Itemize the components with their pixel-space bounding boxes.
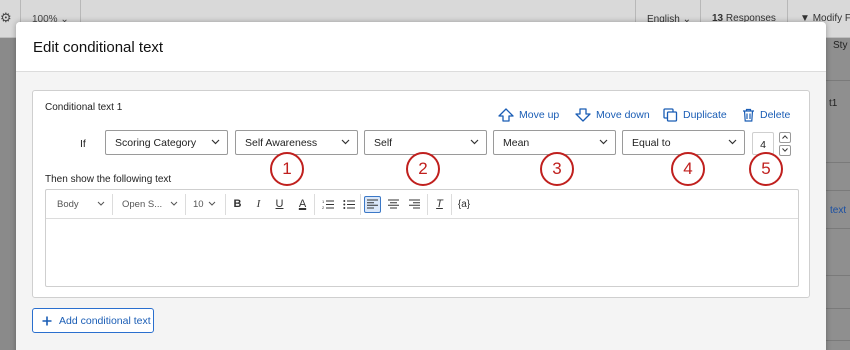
paragraph-style-dropdown[interactable]: Body — [57, 199, 107, 210]
side-text-link[interactable]: text — [830, 205, 846, 216]
bulleted-list-button[interactable] — [340, 196, 357, 213]
conditional-text-card: Conditional text 1 Move up Move down Dup… — [32, 90, 810, 298]
trash-icon — [743, 108, 754, 122]
select-value: Equal to — [632, 137, 671, 149]
chevron-down-icon — [208, 201, 216, 206]
paragraph-style-value: Body — [57, 199, 79, 210]
editor-toolbar: Body Open S... 10 B I U A 1 2 T {a} — [46, 190, 798, 219]
select-value: Mean — [503, 137, 530, 149]
duplicate-icon — [663, 108, 678, 122]
numbered-list-button[interactable]: 12 — [319, 196, 336, 213]
toolbar-separator — [427, 194, 428, 215]
toolbar-separator — [451, 194, 452, 215]
font-size-value: 10 — [193, 199, 204, 210]
chevron-down-icon — [470, 139, 479, 145]
move-up-label: Move up — [519, 109, 560, 121]
style-tab[interactable]: Sty — [833, 40, 847, 51]
chevron-down-icon — [728, 139, 737, 145]
toolbar-separator — [360, 194, 361, 215]
chevron-down-icon — [97, 201, 105, 206]
increment-button[interactable] — [779, 132, 791, 143]
background-side-lines — [826, 40, 850, 350]
callout-badge: 5 — [749, 152, 783, 186]
if-label: If — [80, 138, 86, 150]
callout-badge: 1 — [270, 152, 304, 186]
align-right-icon — [409, 199, 420, 209]
add-conditional-text-button[interactable]: Add conditional text — [32, 308, 154, 333]
then-label: Then show the following text — [45, 174, 172, 185]
gear-icon[interactable]: ⚙ — [0, 10, 14, 26]
modal-title: Edit conditional text — [33, 39, 164, 56]
plus-icon — [42, 316, 52, 325]
toolbar-separator — [225, 194, 226, 215]
move-down-button[interactable]: Move down — [575, 108, 650, 122]
select-value: Scoring Category — [115, 137, 197, 149]
align-center-button[interactable] — [385, 196, 402, 213]
callout-badge: 3 — [540, 152, 574, 186]
font-family-dropdown[interactable]: Open S... — [122, 199, 184, 210]
chevron-down-icon — [170, 201, 178, 206]
font-family-value: Open S... — [122, 199, 163, 210]
card-title: Conditional text 1 — [45, 102, 123, 113]
underline-button[interactable]: U — [271, 196, 288, 213]
duplicate-label: Duplicate — [683, 109, 727, 121]
modal-header: Edit conditional text — [16, 22, 826, 72]
select-value: Self — [374, 137, 393, 149]
select-value: Self Awareness — [245, 137, 318, 149]
category-select[interactable]: Self Awareness — [235, 130, 358, 155]
operator-select[interactable]: Equal to — [622, 130, 745, 155]
font-color-button[interactable]: A — [294, 196, 311, 213]
chevron-down-icon — [599, 139, 608, 145]
italic-button[interactable]: I — [250, 196, 267, 213]
chevron-up-icon — [782, 135, 788, 139]
clear-formatting-button[interactable]: T — [431, 196, 448, 213]
bold-button[interactable]: B — [229, 196, 246, 213]
delete-label: Delete — [760, 109, 791, 121]
add-conditional-text-label: Add conditional text — [59, 314, 151, 327]
arrow-down-icon — [575, 108, 591, 122]
align-center-icon — [388, 199, 399, 209]
piped-text-button[interactable]: {a} — [454, 196, 474, 213]
edit-conditional-text-modal: Edit conditional text Conditional text 1… — [16, 22, 826, 350]
svg-text:2: 2 — [322, 205, 325, 210]
chevron-down-icon — [782, 148, 788, 152]
callout-badge: 4 — [671, 152, 705, 186]
chevron-down-icon — [341, 139, 350, 145]
move-down-label: Move down — [596, 109, 650, 121]
align-left-icon — [367, 199, 378, 209]
toolbar-separator — [112, 194, 113, 215]
duplicate-button[interactable]: Duplicate — [663, 108, 727, 122]
svg-text:1: 1 — [322, 199, 325, 204]
move-up-button[interactable]: Move up — [498, 108, 559, 122]
align-left-button[interactable] — [364, 196, 381, 213]
numbered-list-icon: 12 — [322, 199, 334, 210]
callout-badge: 2 — [406, 152, 440, 186]
font-size-dropdown[interactable]: 10 — [193, 199, 223, 210]
chevron-down-icon — [211, 139, 220, 145]
toolbar-separator — [314, 194, 315, 215]
align-right-button[interactable] — [406, 196, 423, 213]
side-label: t1 — [829, 98, 838, 109]
arrow-up-icon — [498, 108, 514, 122]
scoring-category-select[interactable]: Scoring Category — [105, 130, 228, 155]
bulleted-list-icon — [342, 200, 355, 209]
decrement-button[interactable] — [779, 145, 791, 156]
delete-button[interactable]: Delete — [742, 108, 790, 122]
rich-text-editor: Body Open S... 10 B I U A 1 2 T {a} — [45, 189, 799, 287]
toolbar-separator — [185, 194, 186, 215]
